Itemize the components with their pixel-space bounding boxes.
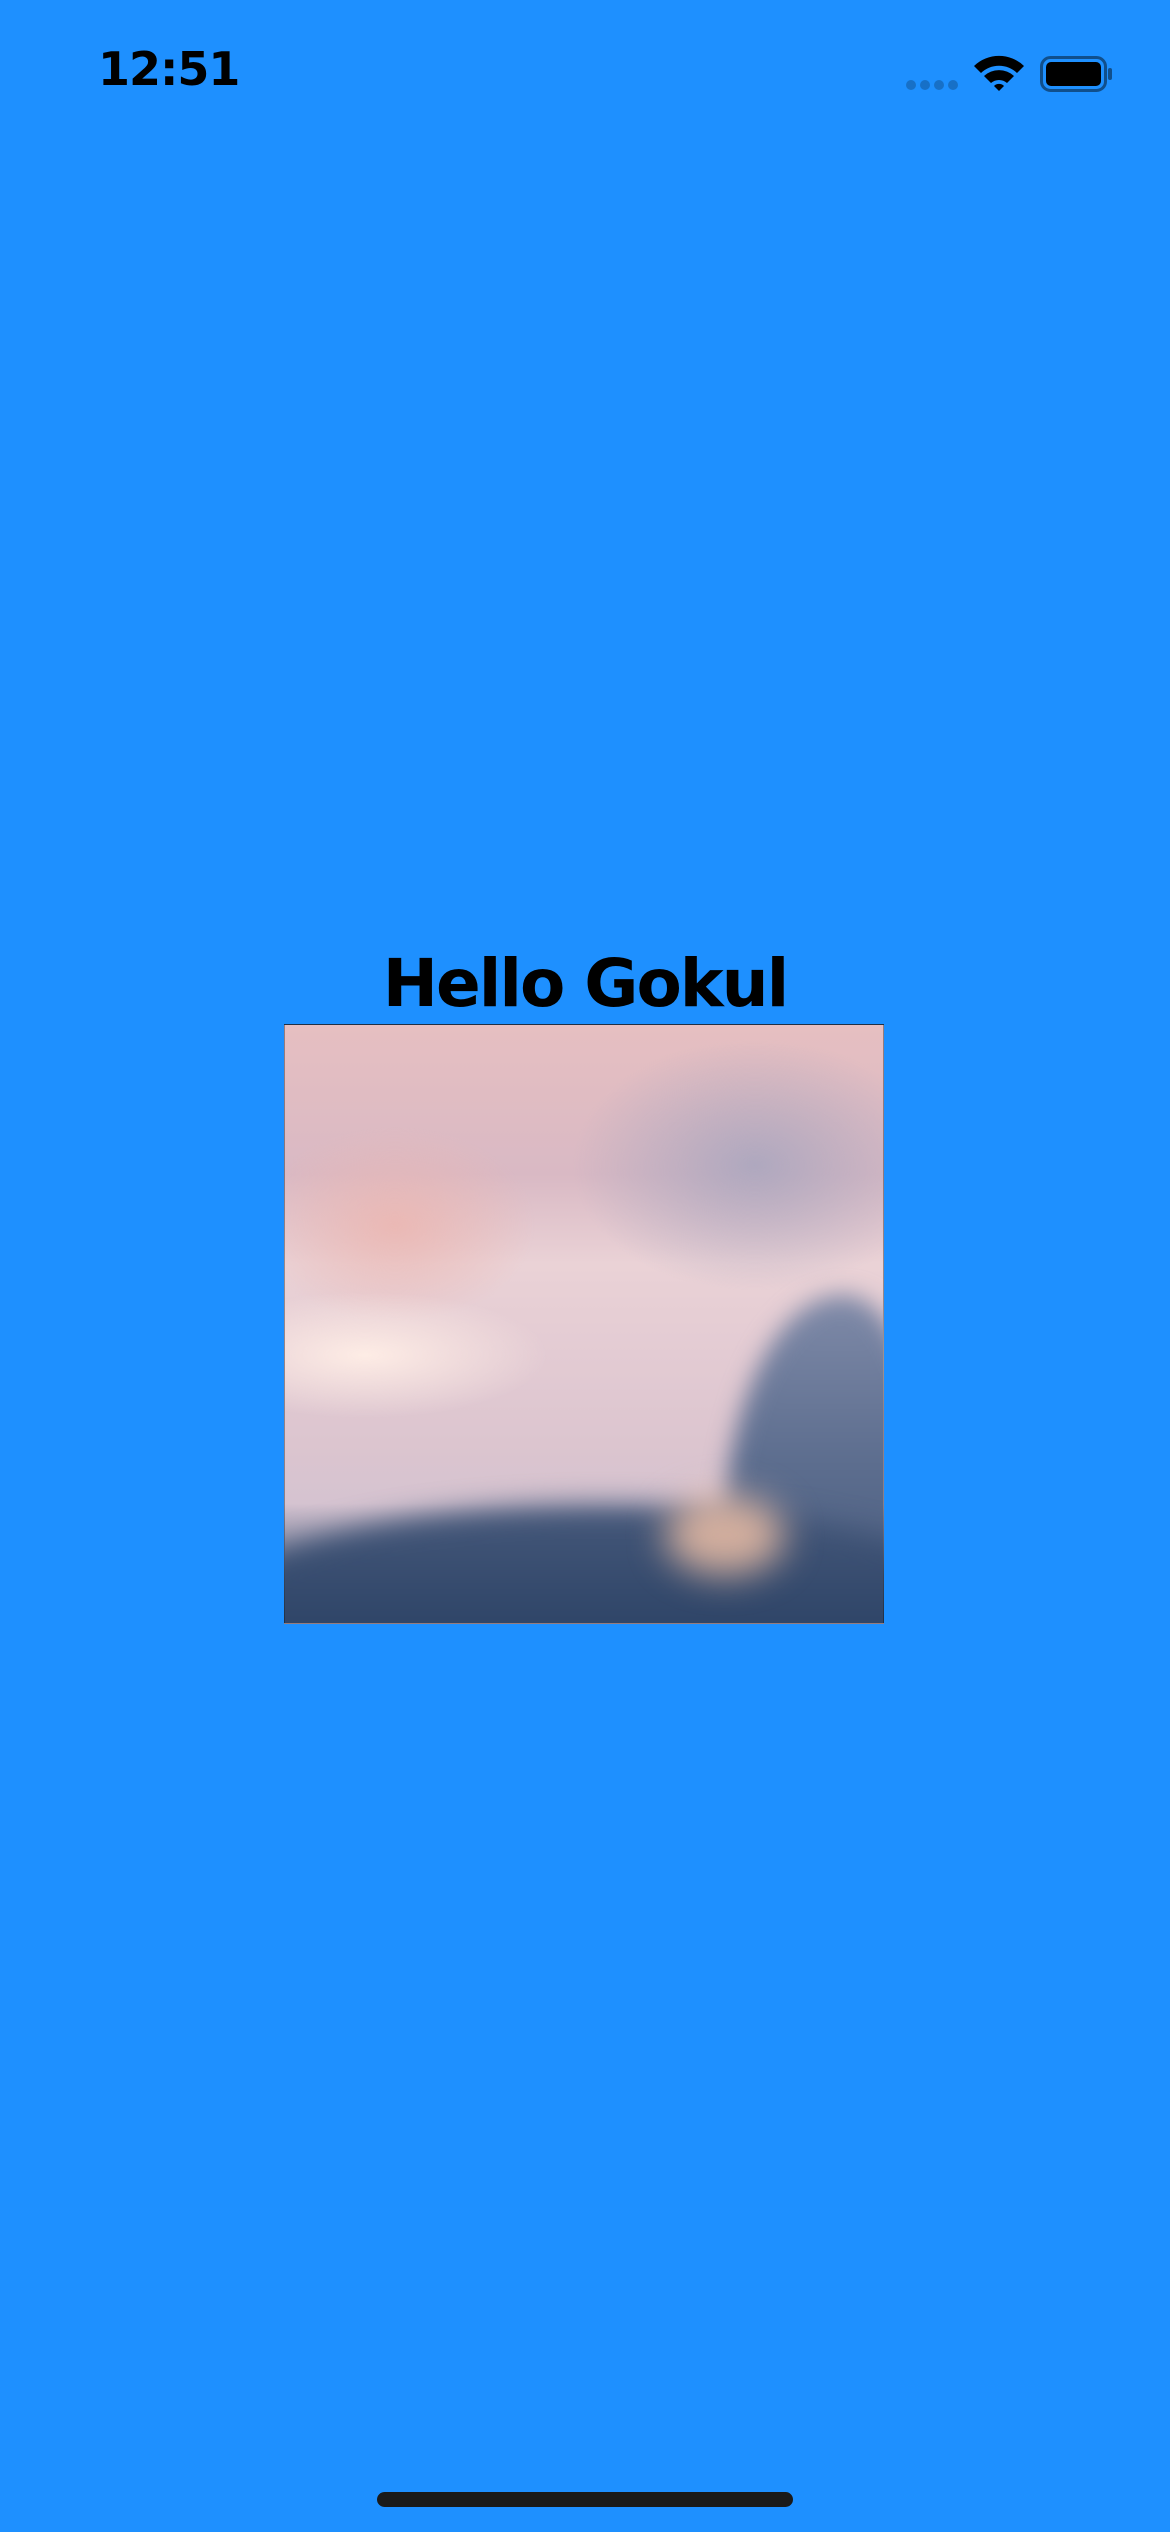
- landscape-photo: [284, 1024, 884, 1624]
- status-bar: 12:51: [0, 0, 1170, 150]
- cellular-signal-icon: [906, 80, 960, 92]
- wifi-icon: [974, 55, 1024, 91]
- photo-ground-shape: [285, 1505, 883, 1623]
- greeting-title: Hello Gokul: [382, 945, 790, 1022]
- home-indicator[interactable]: [377, 2492, 793, 2507]
- photo-sun-glow: [665, 1495, 785, 1575]
- battery-icon: [1040, 56, 1112, 92]
- status-time: 12:51: [98, 42, 240, 96]
